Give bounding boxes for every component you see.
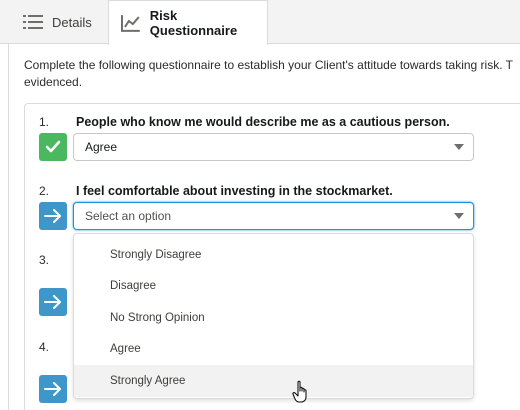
checkmark-icon: [45, 140, 61, 153]
question-2-placeholder: Select an option: [85, 209, 172, 223]
question-2-dropdown-list: Strongly Disagree Disagree No Strong Opi…: [73, 233, 474, 399]
tab-risk-questionnaire[interactable]: Risk Questionnaire: [108, 0, 268, 45]
question-2-text: I feel comfortable about investing in th…: [76, 184, 393, 198]
tab-details[interactable]: Details: [10, 0, 108, 44]
option-strongly-agree[interactable]: Strongly Agree: [74, 365, 473, 397]
option-disagree[interactable]: Disagree: [74, 271, 473, 303]
chevron-down-icon: [454, 144, 464, 150]
chevron-down-icon: [454, 213, 464, 219]
line-chart-icon: [121, 15, 140, 32]
option-strongly-disagree[interactable]: Strongly Disagree: [74, 239, 473, 271]
list-icon: [23, 15, 43, 29]
option-no-strong-opinion[interactable]: No Strong Opinion: [74, 302, 473, 334]
intro-text: Complete the following questionnaire to …: [24, 58, 513, 89]
tab-bar: Details Risk Questionnaire: [0, 0, 520, 45]
arrow-right-icon: [44, 382, 61, 396]
question-3-number: 3.: [39, 253, 50, 267]
question-1-status: [39, 133, 67, 161]
question-2-status: [39, 202, 67, 230]
question-1-value: Agree: [85, 140, 118, 154]
question-3-status: [39, 288, 67, 316]
option-agree[interactable]: Agree: [74, 334, 473, 366]
arrow-right-icon: [44, 209, 61, 223]
question-2-select[interactable]: Select an option: [73, 202, 474, 230]
question-4-status: [39, 375, 67, 403]
question-1-text: People who know me would describe me as …: [76, 115, 450, 129]
question-2-number: 2.: [39, 184, 50, 198]
tab-risk-questionnaire-label: Risk Questionnaire: [149, 8, 238, 38]
question-1-number: 1.: [39, 115, 50, 129]
arrow-right-icon: [44, 295, 61, 309]
question-4-number: 4.: [39, 340, 50, 354]
hand-cursor-icon: [292, 380, 307, 403]
tab-details-label: Details: [52, 14, 92, 30]
question-1-select[interactable]: Agree: [73, 133, 474, 161]
